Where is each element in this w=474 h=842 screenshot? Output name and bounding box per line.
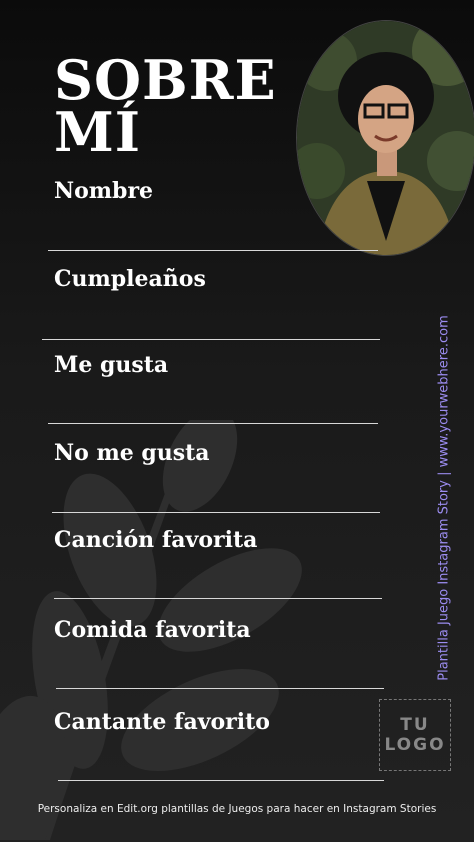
field-label-cantante-favorito: Cantante favorito [54,709,270,735]
field-line-cantante-favorito[interactable] [58,780,384,781]
field-line-me-gusta[interactable] [48,423,378,424]
vertical-website-text: Plantilla Juego Instagram Story | www.yo… [436,315,452,681]
field-label-nombre: Nombre [54,178,154,204]
page-title: SOBRE MÍ [54,48,277,164]
field-label-cumpleanos: Cumpleaños [54,266,206,292]
field-line-cumpleanos[interactable] [42,339,380,340]
field-label-no-me-gusta: No me gusta [54,440,210,466]
field-label-comida-favorita: Comida favorita [54,617,251,643]
field-line-no-me-gusta[interactable] [52,512,380,513]
field-label-me-gusta: Me gusta [54,352,169,378]
field-line-nombre[interactable] [48,250,378,251]
logo-line-1: TU [400,715,430,735]
field-line-cancion-favorita[interactable] [54,598,382,599]
logo-placeholder: TU LOGO [379,699,451,771]
field-label-cancion-favorita: Canción favorita [54,527,258,553]
field-line-comida-favorita[interactable] [56,688,384,689]
profile-photo [296,20,474,256]
story-canvas: SOBRE MÍ Nombre Cumpleaños Me gusta No m… [0,0,474,842]
title-line-1: SOBRE [54,48,277,112]
logo-line-2: LOGO [384,735,446,755]
footer-caption: Personaliza en Edit.org plantillas de Ju… [37,803,437,815]
title-line-2: MÍ [54,100,142,164]
